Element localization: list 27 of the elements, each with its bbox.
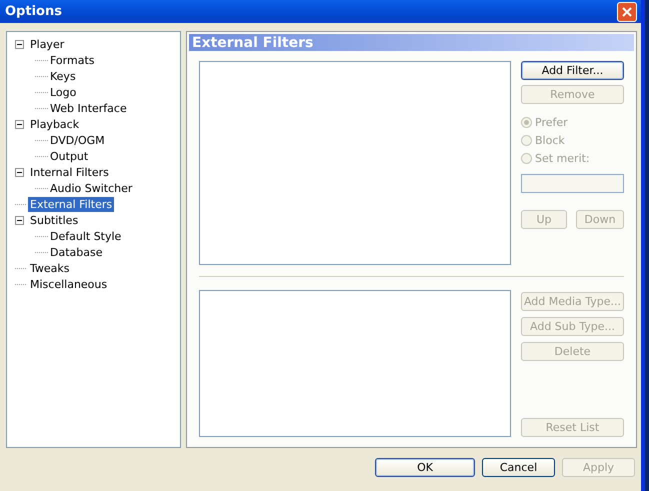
dialog-button[interactable]: OK	[375, 458, 475, 477]
window-title: Options	[5, 4, 62, 19]
tree-item[interactable]: Formats	[48, 52, 96, 68]
collapse-icon[interactable]	[15, 40, 24, 48]
tree-item[interactable]: DVD/OGM	[48, 132, 107, 148]
tree-item[interactable]: Database	[48, 244, 104, 260]
close-button[interactable]	[617, 2, 637, 22]
tree-item[interactable]: Tweaks	[28, 260, 72, 276]
collapse-icon[interactable]	[15, 120, 24, 128]
close-icon	[622, 6, 632, 16]
tree-item[interactable]: Playback	[28, 116, 82, 132]
dialog-button[interactable]: Cancel	[482, 458, 555, 477]
filter-button[interactable]: Add Filter...	[521, 61, 624, 80]
page-title: External Filters	[189, 34, 634, 51]
tree-item[interactable]: Audio Switcher	[48, 180, 134, 196]
tree-item[interactable]: Output	[48, 148, 90, 164]
tree-item[interactable]: External Filters	[28, 196, 114, 212]
collapse-icon[interactable]	[15, 216, 24, 224]
tree-item[interactable]: Keys	[48, 68, 78, 84]
tree-item[interactable]: Logo	[48, 84, 78, 100]
tree-item[interactable]: Internal Filters	[28, 164, 111, 180]
tree-item[interactable]: Player	[28, 36, 66, 52]
collapse-icon[interactable]	[15, 168, 24, 176]
tree-item[interactable]: Subtitles	[28, 212, 80, 228]
tree-item[interactable]: Web Interface	[48, 100, 129, 116]
tree-item[interactable]: Default Style	[48, 228, 124, 244]
tree-item[interactable]: Miscellaneous	[28, 276, 110, 292]
